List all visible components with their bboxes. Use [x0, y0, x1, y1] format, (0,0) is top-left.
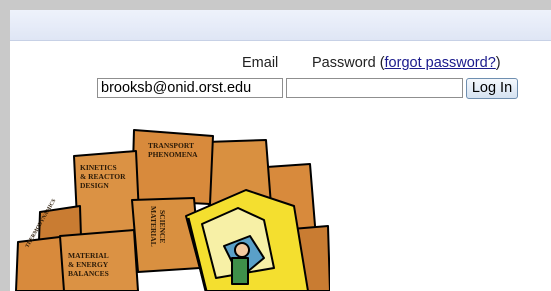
password-label-close: )	[495, 55, 501, 71]
email-field[interactable]	[97, 78, 283, 98]
password-field[interactable]	[286, 78, 463, 98]
forklift	[185, 189, 309, 291]
password-label-text: Password (	[312, 55, 385, 71]
box-label-reactor: & REACTOR	[80, 172, 126, 181]
password-label: Password (forgot password?)	[312, 55, 501, 71]
box-label-material-2: MATERIAL	[149, 206, 158, 247]
box-label-material: MATERIAL	[68, 251, 109, 260]
box-label-design: DESIGN	[80, 181, 109, 190]
box-label-balances: BALANCES	[68, 269, 109, 278]
login-form: Email Password (forgot password?) Log In	[10, 10, 551, 110]
box-label-phenomena: PHENOMENA	[148, 150, 198, 159]
engineering-boxes-illustration: TRANSPORT PHENOMENA KINETICS & REACTOR D…	[15, 129, 330, 291]
browser-page: Email Password (forgot password?) Log In	[10, 10, 551, 291]
box-label-energy: & ENERGY	[68, 260, 109, 269]
box-label-transport: TRANSPORT	[148, 141, 194, 150]
box-label-science: SCIENCE	[158, 210, 167, 243]
login-button[interactable]: Log In	[466, 78, 518, 99]
email-label: Email	[242, 55, 279, 71]
forgot-password-link[interactable]: forgot password?	[385, 55, 496, 71]
box-label-kinetics: KINETICS	[80, 163, 117, 172]
